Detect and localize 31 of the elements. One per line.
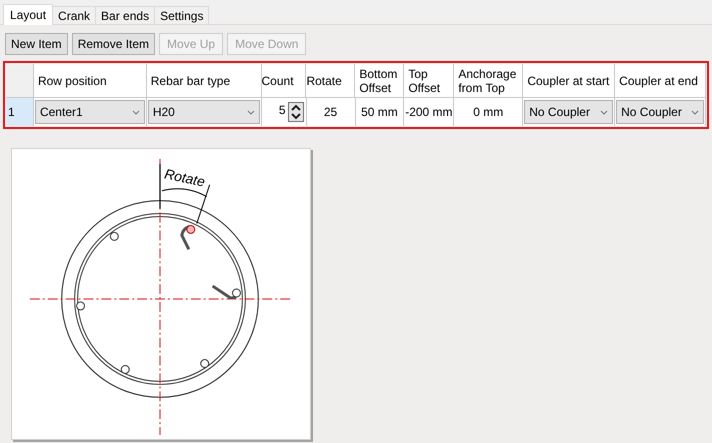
row-header[interactable]: 1 (6, 98, 34, 126)
tab[interactable]: Bar ends (96, 6, 156, 24)
tab[interactable]: Layout (3, 4, 54, 25)
spin-buttons[interactable] (288, 102, 304, 122)
toolbar-button[interactable]: Remove Item (72, 33, 156, 55)
dropdown[interactable]: No Coupler (616, 100, 704, 124)
count-value: 5 (278, 102, 287, 119)
dropdown[interactable]: Center1 (34, 100, 145, 124)
table-cell-text: 50 mm (360, 104, 399, 121)
column-header: Rebar bar type (150, 74, 230, 88)
chevron-down-icon (691, 110, 699, 114)
column-header: Anchorage from Top (458, 66, 518, 94)
table-cell-text: 0 mm (472, 104, 504, 121)
column-header: Row position (38, 74, 107, 88)
column-header: Rotate (306, 74, 342, 88)
chevron-down-icon (132, 110, 140, 114)
chevron-down-icon (600, 110, 608, 114)
dropdown[interactable]: No Coupler (524, 100, 614, 124)
table-cell-text: -200 mm (404, 104, 454, 121)
dropdown[interactable]: H20 (148, 100, 260, 124)
toolbar-button[interactable]: New Item (5, 33, 68, 55)
rotate-label: Rotate (163, 165, 206, 190)
column-header: Top Offset (408, 66, 442, 94)
tab[interactable]: Settings (155, 6, 210, 24)
chevron-down-icon (246, 110, 255, 114)
table-cell-text: 25 (322, 104, 338, 121)
column-header: Coupler at end (619, 74, 698, 88)
column-header: Bottom Offset (359, 66, 398, 94)
column-header: Coupler at start (527, 74, 610, 88)
column-header: Count (262, 74, 294, 88)
tab[interactable]: Crank (53, 6, 96, 24)
